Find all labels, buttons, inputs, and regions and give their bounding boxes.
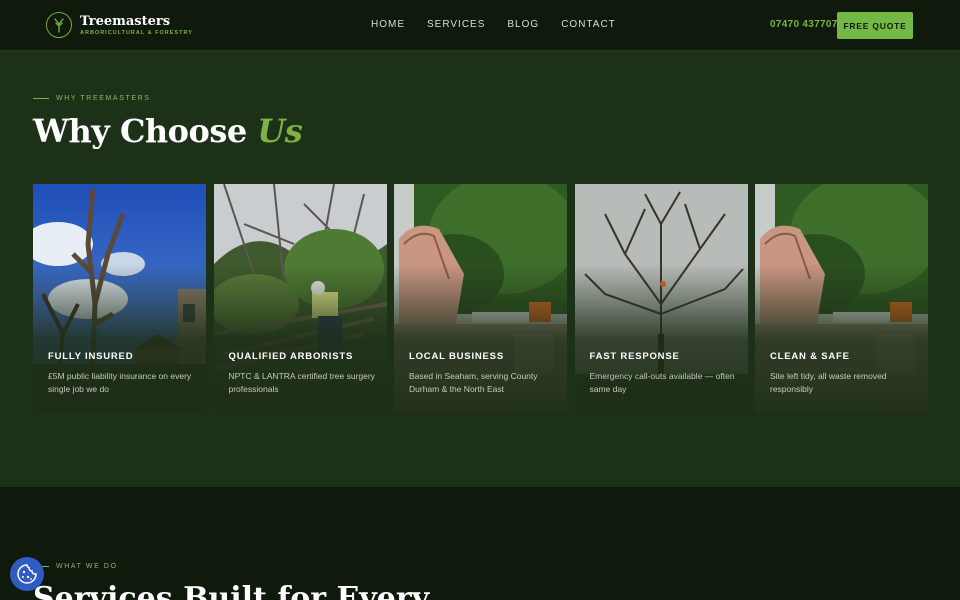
card-title: FAST RESPONSE — [589, 351, 680, 362]
services-eyebrow-text: WHAT WE DO — [56, 563, 118, 570]
main-nav: HOME SERVICES BLOG CONTACT — [371, 19, 638, 30]
feature-card-clean[interactable]: CLEAN & SAFE Site left tidy, all waste r… — [755, 184, 928, 413]
brand-logo[interactable]: Treemasters ARBORICULTURAL & FORESTRY — [46, 12, 193, 38]
feature-cards: FULLY INSURED £5M public liability insur… — [33, 184, 936, 413]
nav-home[interactable]: HOME — [371, 19, 405, 30]
nav-services[interactable]: SERVICES — [427, 19, 485, 30]
phone-link[interactable]: 07470 437707 — [770, 19, 838, 30]
feature-card-qualified[interactable]: QUALIFIED ARBORISTS NPTC & LANTRA certif… — [213, 184, 387, 413]
card-description: £5M public liability insurance on every … — [48, 371, 192, 394]
card-description: Site left tidy, all waste removed respon… — [770, 371, 887, 394]
why-eyebrow-text: WHY TREEMASTERS — [56, 95, 151, 102]
free-quote-button[interactable]: FREE QUOTE — [837, 12, 913, 39]
card-description: Based in Seaham, serving County Durham &… — [409, 371, 538, 394]
feature-card-fast[interactable]: FAST RESPONSE Emergency call-outs availa… — [574, 184, 748, 413]
site-header: Treemasters ARBORICULTURAL & FORESTRY HO… — [0, 0, 960, 51]
feature-card-local[interactable]: LOCAL BUSINESS Based in Seaham, serving … — [394, 184, 567, 413]
card-title: LOCAL BUSINESS — [409, 351, 504, 362]
nav-contact[interactable]: CONTACT — [561, 19, 616, 30]
feature-card-insured[interactable]: FULLY INSURED £5M public liability insur… — [33, 184, 206, 413]
nav-blog[interactable]: BLOG — [507, 19, 539, 30]
brand-name: Treemasters — [80, 13, 171, 29]
why-heading-accent: Us — [257, 112, 303, 150]
tree-logo-icon — [46, 12, 72, 38]
card-title: QUALIFIED ARBORISTS — [228, 351, 354, 362]
brand-text: Treemasters ARBORICULTURAL & FORESTRY — [80, 13, 193, 36]
eyebrow-line — [33, 97, 49, 100]
why-heading: Why Choose Us — [33, 112, 303, 150]
card-description: Emergency call-outs available — often sa… — [589, 371, 735, 394]
why-heading-main: Why Choose — [33, 112, 258, 150]
why-eyebrow: WHY TREEMASTERS — [33, 95, 151, 102]
services-eyebrow: WHAT WE DO — [33, 563, 118, 570]
brand-tagline: ARBORICULTURAL & FORESTRY — [80, 29, 193, 36]
card-description: NPTC & LANTRA certified tree surgery pro… — [228, 371, 375, 394]
cookie-settings-button[interactable] — [10, 557, 44, 591]
card-title: CLEAN & SAFE — [770, 351, 850, 362]
services-heading: Services Built for Every — [33, 581, 430, 600]
card-title: FULLY INSURED — [48, 351, 134, 362]
cookie-icon — [17, 564, 37, 584]
services-section: WHAT WE DO Services Built for Every — [0, 487, 960, 600]
